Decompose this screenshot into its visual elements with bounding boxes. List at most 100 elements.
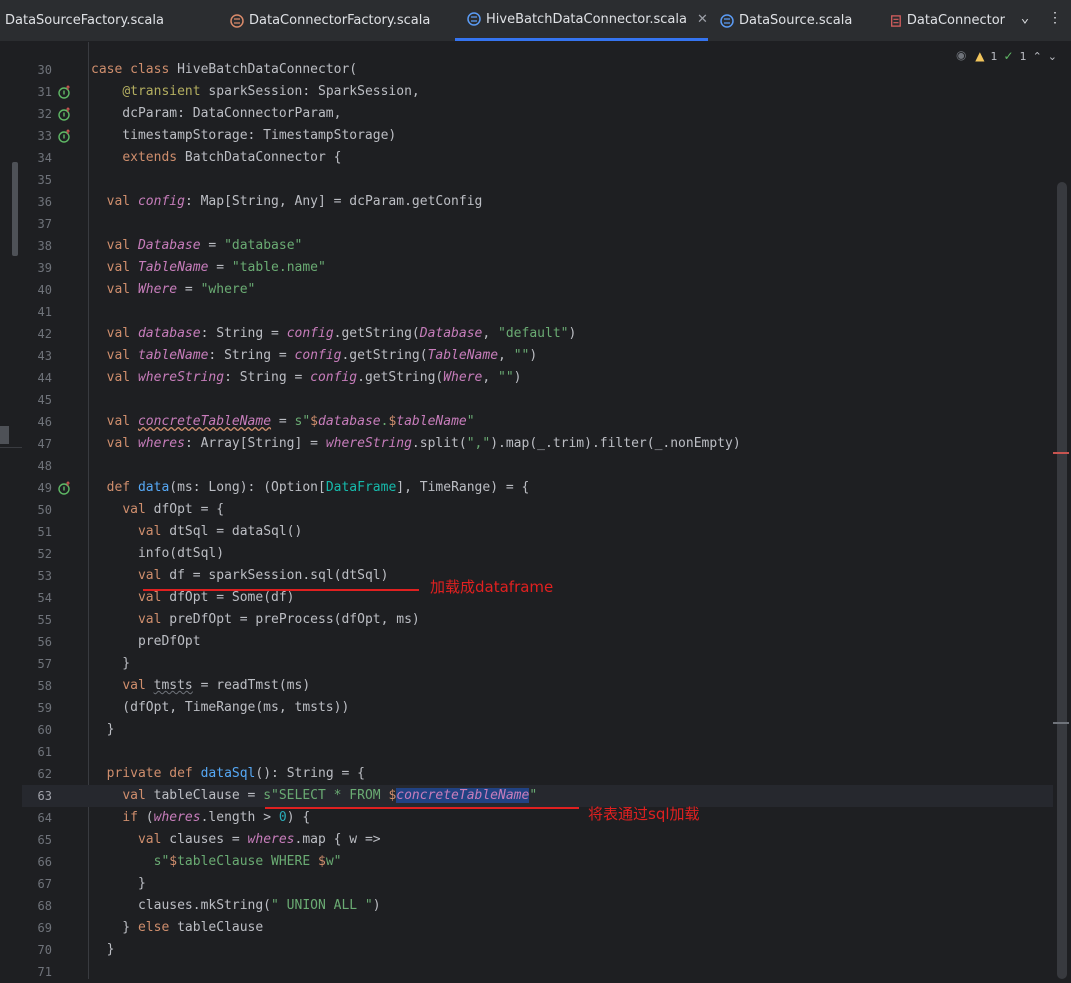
warning-count: 1: [990, 49, 998, 63]
inspection-widget[interactable]: ◉ ▲ 1 ✓ 1 ⌃ ⌄: [953, 47, 1057, 65]
code-line[interactable]: val tmsts = readTmst(ms): [91, 675, 310, 697]
line-number: 48: [37, 459, 52, 473]
tab-datasource[interactable]: DataSource.scala: [720, 0, 870, 41]
tab-label: DataConnectorFactory.scala: [249, 13, 431, 28]
code-line[interactable]: val concreteTableName = s"$database.$tab…: [91, 411, 475, 433]
code-line[interactable]: timestampStorage: TimestampStorage): [91, 125, 396, 147]
line-number: 54: [37, 591, 52, 605]
code-line[interactable]: (dfOpt, TimeRange(ms, tmsts)): [91, 697, 349, 719]
line-number: 32: [37, 107, 52, 121]
ok-count: 1: [1019, 49, 1027, 63]
code-line[interactable]: } else tableClause: [91, 917, 263, 939]
line-number: 58: [37, 679, 52, 693]
code-line[interactable]: info(dtSql): [91, 543, 224, 565]
line-number: 46: [37, 415, 52, 429]
tab-hivebatchdataconnector[interactable]: HiveBatchDataConnector.scala ✕: [455, 0, 708, 41]
line-number: 60: [37, 723, 52, 737]
code-line[interactable]: dcParam: DataConnectorParam,: [91, 103, 341, 125]
code-line[interactable]: val config: Map[String, Any] = dcParam.g…: [91, 191, 483, 213]
code-line[interactable]: private def dataSql(): String = {: [91, 763, 365, 785]
line-number: 40: [37, 283, 52, 297]
line-number: 35: [37, 173, 52, 187]
code-line[interactable]: val dtSql = dataSql(): [91, 521, 302, 543]
code-line[interactable]: val Database = "database": [91, 235, 303, 257]
line-number: 63: [37, 789, 52, 803]
chevron-up-icon[interactable]: ⌃: [1033, 50, 1042, 63]
line-number: 62: [37, 767, 52, 781]
tab-datasourcefactory[interactable]: DataSourceFactory.scala: [0, 0, 186, 41]
code-line[interactable]: }: [91, 653, 130, 675]
code-line[interactable]: val Where = "where": [91, 279, 256, 301]
tab-dataconnectorfactory[interactable]: DataConnectorFactory.scala: [230, 0, 450, 41]
line-number: 44: [37, 371, 52, 385]
code-line[interactable]: }: [91, 939, 115, 961]
code-line[interactable]: s"$tableClause WHERE $w": [91, 851, 342, 873]
code-line[interactable]: extends BatchDataConnector {: [91, 147, 341, 169]
override-gutter-icon[interactable]: [58, 129, 72, 143]
error-stripe-mark[interactable]: [1053, 722, 1069, 724]
code-line[interactable]: val df = sparkSession.sql(dtSql): [91, 565, 388, 587]
code-line[interactable]: def data(ms: Long): (Option[DataFrame], …: [91, 477, 530, 499]
override-gutter-icon[interactable]: [58, 85, 72, 99]
line-number: 65: [37, 833, 52, 847]
chevron-down-icon[interactable]: ⌄: [1015, 10, 1035, 30]
tab-label: DataSource.scala: [739, 13, 853, 28]
close-icon[interactable]: ✕: [697, 12, 708, 27]
line-number: 47: [37, 437, 52, 451]
override-gutter-icon[interactable]: [58, 481, 72, 495]
code-line[interactable]: val database: String = config.getString(…: [91, 323, 577, 345]
eye-icon[interactable]: ◉: [953, 48, 969, 64]
code-line[interactable]: val tableClause = s"SELECT * FROM $concr…: [91, 785, 537, 807]
code-line[interactable]: val dfOpt = {: [91, 499, 224, 521]
scrollbar-thumb[interactable]: [1057, 182, 1067, 979]
line-number: 31: [37, 85, 52, 99]
line-number: 61: [37, 745, 52, 759]
line-number: 59: [37, 701, 52, 715]
code-line[interactable]: case class HiveBatchDataConnector(: [91, 59, 357, 81]
code-line[interactable]: }: [91, 719, 115, 741]
line-number: 55: [37, 613, 52, 627]
code-line[interactable]: }: [91, 873, 146, 895]
override-gutter-icon[interactable]: [58, 107, 72, 121]
line-number: 37: [37, 217, 52, 231]
line-number: 50: [37, 503, 52, 517]
line-number: 30: [37, 63, 52, 77]
tab-label: DataConnector: [906, 13, 1005, 28]
structure-marker: [12, 162, 18, 256]
line-number: 33: [37, 129, 52, 143]
line-number: 42: [37, 327, 52, 341]
error-stripe-mark[interactable]: [1053, 452, 1069, 454]
more-vertical-icon[interactable]: ⋮: [1045, 10, 1065, 30]
code-line[interactable]: val tableName: String = config.getString…: [91, 345, 538, 367]
scala-class-icon: [467, 12, 481, 26]
tab-label: DataSourceFactory.scala: [5, 13, 164, 28]
bookmark-marker: [0, 426, 9, 444]
code-line[interactable]: preDfOpt: [91, 631, 201, 653]
warning-icon[interactable]: ▲: [975, 49, 984, 63]
code-line[interactable]: val preDfOpt = preProcess(dfOpt, ms): [91, 609, 420, 631]
line-number: 39: [37, 261, 52, 275]
code-line[interactable]: val clauses = wheres.map { w =>: [91, 829, 381, 851]
left-tool-strip: [0, 42, 23, 979]
code-line[interactable]: val TableName = "table.name": [91, 257, 326, 279]
line-number: 51: [37, 525, 52, 539]
check-icon[interactable]: ✓: [1004, 49, 1014, 63]
line-number: 52: [37, 547, 52, 561]
scala-object-icon: [230, 13, 244, 28]
line-number: 56: [37, 635, 52, 649]
divider: [0, 447, 22, 448]
line-number: 64: [37, 811, 52, 825]
line-number: 66: [37, 855, 52, 869]
annotation-note-sql: 将表通过sql加载: [588, 805, 700, 823]
scala-class-icon: [720, 13, 734, 28]
code-line[interactable]: @transient sparkSession: SparkSession,: [91, 81, 419, 103]
line-number: 34: [37, 151, 52, 165]
red-underline-line-63: [265, 807, 579, 809]
code-line[interactable]: val wheres: Array[String] = whereString.…: [91, 433, 741, 455]
tab-dataconnector[interactable]: DataConnector: [890, 0, 1005, 41]
code-line[interactable]: clauses.mkString(" UNION ALL "): [91, 895, 381, 917]
tab-label: HiveBatchDataConnector.scala: [486, 11, 687, 27]
red-underline-line-53: [143, 589, 419, 591]
code-line[interactable]: val whereString: String = config.getStri…: [91, 367, 522, 389]
code-line[interactable]: if (wheres.length > 0) {: [91, 807, 310, 829]
